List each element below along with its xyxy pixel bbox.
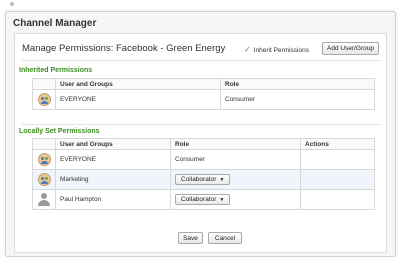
role-value: Consumer (220, 89, 375, 110)
chevron-down-icon: ▼ (219, 196, 225, 203)
group-icon (37, 173, 51, 186)
user-icon (38, 193, 50, 206)
table-row[interactable]: Marketing Collaborator ▼ (32, 169, 375, 190)
role-dropdown-value: Collaborator (181, 176, 217, 183)
check-icon: ✓ (244, 45, 251, 54)
divider (22, 60, 381, 61)
window-dot (10, 2, 14, 6)
table-header-row: User and Groups Role (32, 78, 375, 90)
actions-cell (300, 189, 375, 210)
user-group-name: Paul Hampton (55, 189, 171, 210)
table-row: EVERYONE Consumer (32, 149, 375, 170)
column-header-users: User and Groups (55, 138, 171, 150)
table-row: EVERYONE Consumer (32, 89, 375, 110)
group-icon (37, 153, 51, 166)
cancel-button[interactable]: Cancel (208, 232, 242, 244)
role-cell: Collaborator ▼ (170, 189, 301, 210)
permissions-dialog: Manage Permissions: Facebook - Green Ene… (14, 33, 387, 253)
page-title: Manage Permissions: Facebook - Green Ene… (22, 43, 226, 54)
inherit-permissions-toggle[interactable]: ✓ Inherit Permissions (244, 46, 309, 54)
role-value: Consumer (170, 149, 301, 170)
actions-cell (300, 149, 375, 170)
user-group-name: EVERYONE (55, 149, 171, 170)
local-permissions-title: Locally Set Permissions (19, 128, 100, 135)
avatar-column-header (32, 78, 56, 90)
role-cell: Collaborator ▼ (170, 169, 301, 190)
avatar-cell (32, 89, 56, 110)
add-user-group-button[interactable]: Add User/Group (322, 42, 379, 55)
avatar-cell (32, 149, 56, 170)
inherited-permissions-table: User and Groups Role EVERYONE Consumer (32, 78, 375, 110)
avatar-cell (32, 189, 56, 210)
user-group-name: EVERYONE (55, 89, 221, 110)
channel-manager-panel: Channel Manager Manage Permissions: Face… (5, 11, 396, 257)
column-header-users: User and Groups (55, 78, 221, 90)
inherited-permissions-title: Inherited Permissions (19, 67, 93, 74)
role-dropdown[interactable]: Collaborator ▼ (175, 174, 231, 185)
local-permissions-table: User and Groups Role Actions EVERYONE Co… (32, 138, 375, 210)
avatar-column-header (32, 138, 56, 150)
chevron-down-icon: ▼ (219, 176, 225, 183)
avatar-cell (32, 169, 56, 190)
app-title: Channel Manager (13, 18, 97, 29)
save-button[interactable]: Save (178, 232, 203, 244)
inherit-permissions-label: Inherit Permissions (253, 46, 309, 54)
divider (22, 124, 381, 125)
column-header-actions: Actions (300, 138, 375, 150)
actions-cell (300, 169, 375, 190)
role-dropdown[interactable]: Collaborator ▼ (175, 194, 231, 205)
column-header-role: Role (170, 138, 301, 150)
table-header-row: User and Groups Role Actions (32, 138, 375, 150)
group-icon (37, 93, 51, 106)
column-header-role: Role (220, 78, 375, 90)
table-row: Paul Hampton Collaborator ▼ (32, 189, 375, 210)
role-dropdown-value: Collaborator (181, 196, 217, 203)
user-group-name: Marketing (55, 169, 171, 190)
